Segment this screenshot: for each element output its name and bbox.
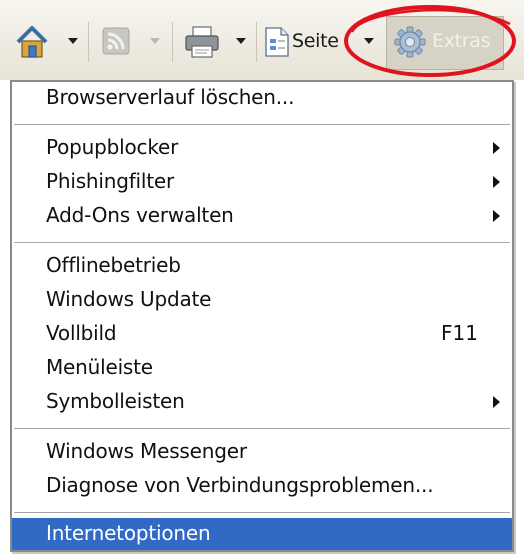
- menu-item-label: Browserverlauf löschen...: [46, 85, 295, 109]
- menu-item-label: Vollbild: [46, 321, 117, 345]
- toolbar-separator: [256, 22, 257, 62]
- menu-item-label: Windows Messenger: [46, 439, 247, 463]
- rss-feed-icon: [102, 27, 130, 55]
- menu-separator: [14, 428, 510, 429]
- home-icon: [16, 26, 48, 58]
- menu-item-label: Popupblocker: [46, 135, 179, 159]
- toolbar-separator: [172, 22, 173, 62]
- menu-item-windows-update[interactable]: Windows Update: [12, 284, 512, 316]
- toolbar-separator: [88, 22, 89, 62]
- print-dropdown-arrow[interactable]: [236, 38, 246, 44]
- menu-item-popup-blocker[interactable]: Popupblocker: [12, 132, 512, 164]
- menu-separator: [14, 124, 510, 125]
- menu-item-menu-bar[interactable]: Menüleiste: [12, 352, 512, 384]
- menu-item-label: Symbolleisten: [46, 389, 185, 413]
- annotation-circle: [344, 5, 516, 77]
- page-button-label[interactable]: Seite: [292, 30, 339, 52]
- print-button[interactable]: [182, 22, 222, 62]
- menu-item-toolbars[interactable]: Symbolleisten: [12, 386, 512, 418]
- menu-separator: [14, 242, 510, 243]
- tools-menu: Browserverlauf löschen... Popupblocker P…: [10, 80, 514, 552]
- menu-item-label: Menüleiste: [46, 355, 153, 379]
- home-dropdown-arrow[interactable]: [68, 38, 78, 44]
- menu-item-label: Diagnose von Verbindungsproblemen...: [46, 473, 434, 497]
- menu-item-label: Offlinebetrieb: [46, 253, 181, 277]
- command-bar: Seite Extras: [0, 0, 524, 80]
- home-button[interactable]: [12, 20, 52, 64]
- submenu-arrow-icon: [493, 142, 500, 154]
- feeds-button[interactable]: [100, 24, 132, 58]
- menu-item-work-offline[interactable]: Offlinebetrieb: [12, 250, 512, 282]
- menu-item-diagnose-connection[interactable]: Diagnose von Verbindungsproblemen...: [12, 470, 512, 502]
- submenu-arrow-icon: [493, 210, 500, 222]
- menu-item-clear-history[interactable]: Browserverlauf löschen...: [12, 82, 512, 114]
- menu-item-windows-messenger[interactable]: Windows Messenger: [12, 436, 512, 468]
- submenu-arrow-icon: [493, 396, 500, 408]
- menu-item-manage-addons[interactable]: Add-Ons verwalten: [12, 200, 512, 232]
- menu-item-internet-options[interactable]: Internetoptionen: [12, 518, 512, 550]
- menu-item-label: Add-Ons verwalten: [46, 203, 234, 227]
- menu-item-label: Internetoptionen: [46, 521, 211, 545]
- submenu-arrow-icon: [493, 176, 500, 188]
- menu-item-label: Phishingfilter: [46, 169, 175, 193]
- menu-item-full-screen[interactable]: Vollbild F11: [12, 318, 512, 350]
- page-icon: [265, 27, 289, 57]
- menu-item-label: Windows Update: [46, 287, 212, 311]
- menu-item-shortcut: F11: [441, 321, 478, 345]
- page-button[interactable]: [262, 22, 292, 62]
- printer-icon: [185, 26, 219, 58]
- feeds-dropdown-arrow[interactable]: [150, 38, 160, 44]
- menu-item-phishing-filter[interactable]: Phishingfilter: [12, 166, 512, 198]
- menu-separator: [14, 512, 510, 513]
